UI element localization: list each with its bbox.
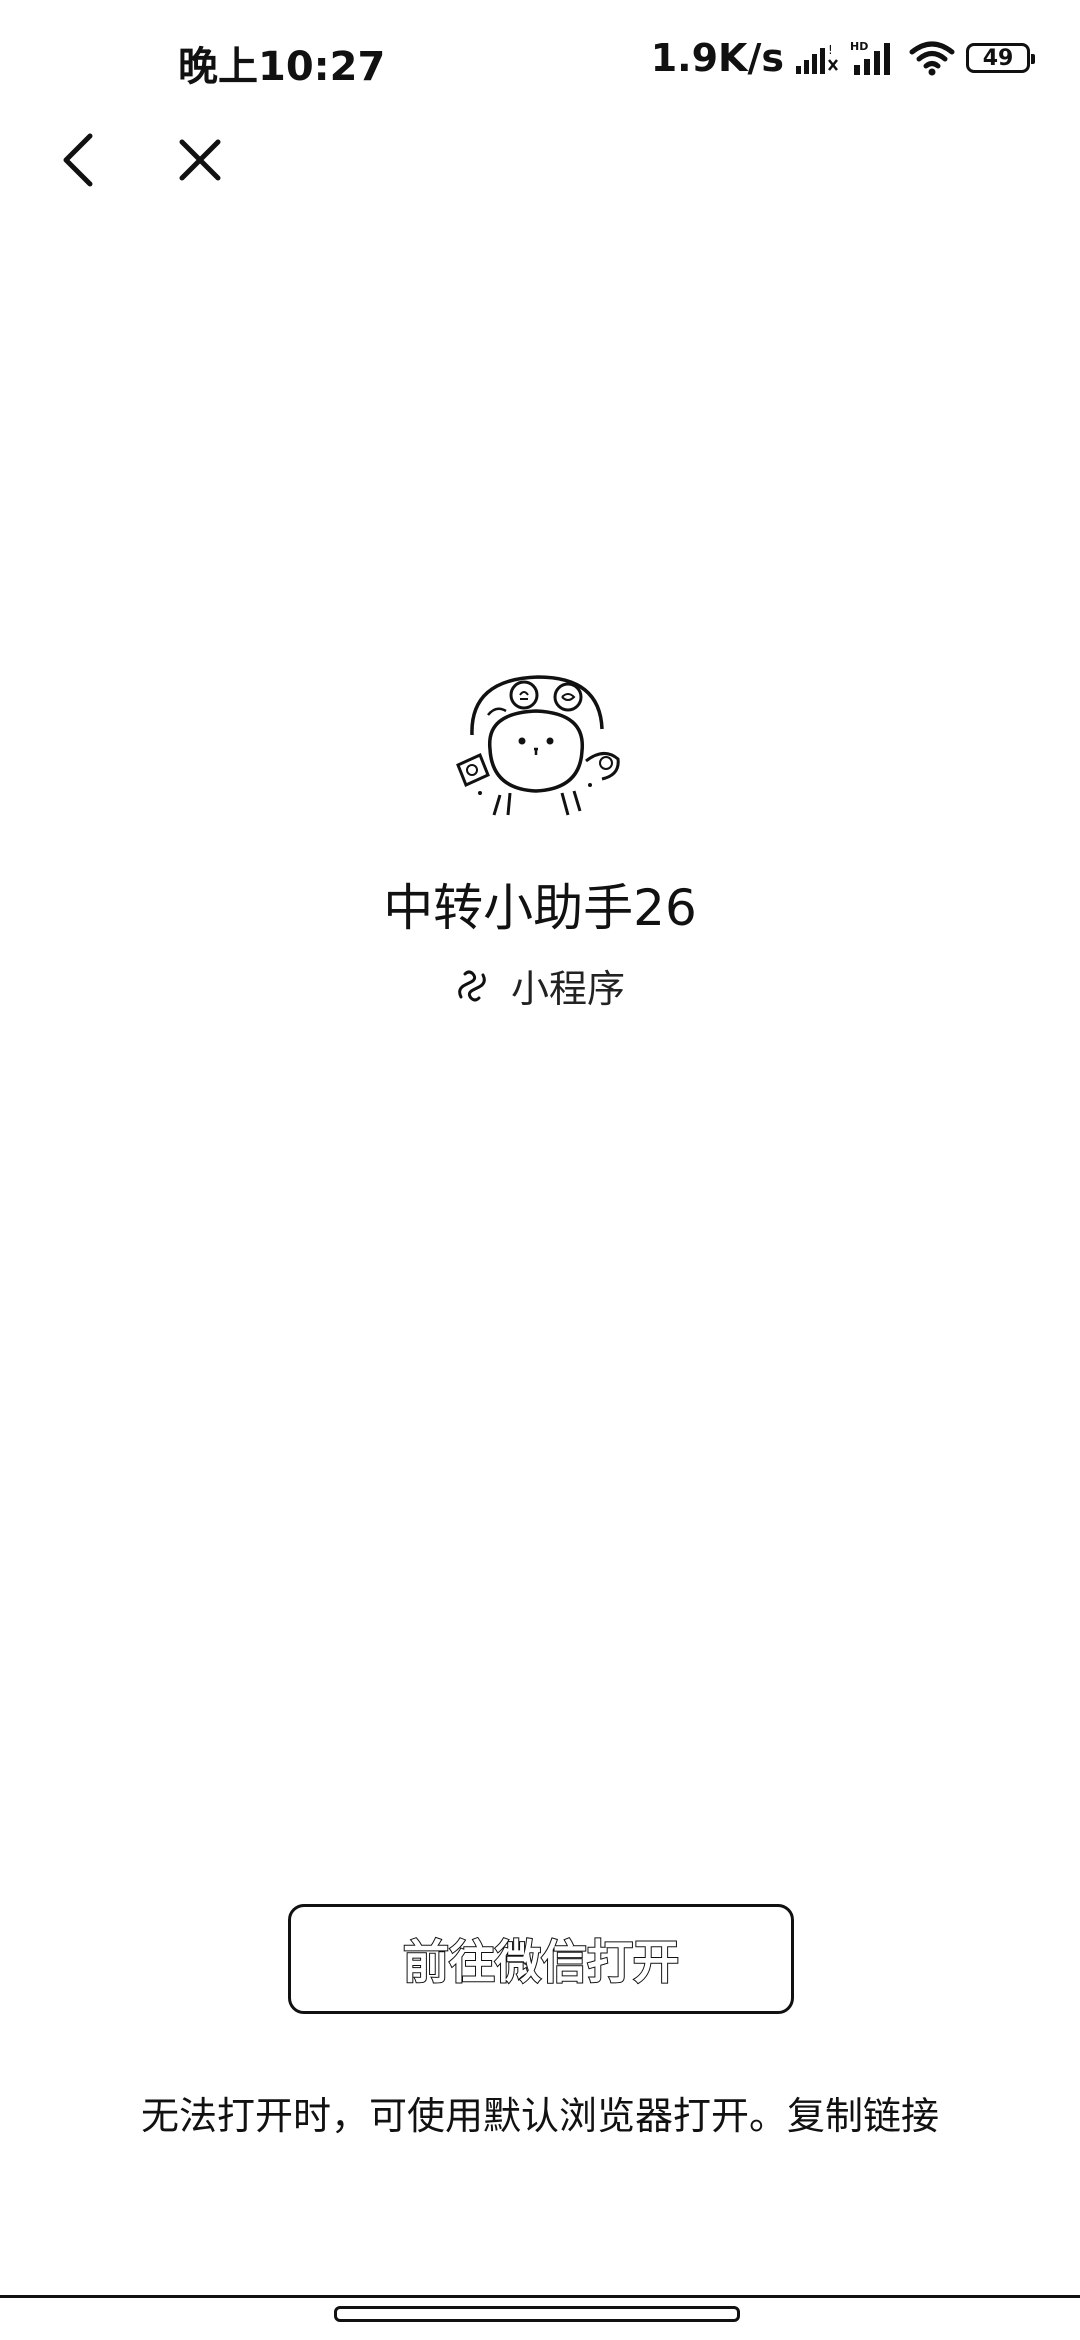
hint-message: 无法打开时，可使用默认浏览器打开。 bbox=[140, 2094, 787, 2138]
svg-text:HD: HD bbox=[850, 40, 868, 53]
status-bar: 晚上10:27 1.9K/s ! HD 49 bbox=[0, 0, 1080, 120]
status-icons: 1.9K/s ! HD 49 bbox=[650, 34, 1035, 82]
cartoon-avatar-icon bbox=[456, 675, 620, 816]
hd-signal-icon: HD bbox=[850, 40, 890, 75]
mini-program-name: 中转小助手26 bbox=[383, 879, 697, 937]
back-arrow-icon bbox=[63, 133, 93, 187]
signal-icon: ! bbox=[796, 43, 838, 74]
hint-text: 无法打开时，可使用默认浏览器打开。复制链接 bbox=[0, 2085, 1080, 2140]
network-speed: 1.9K/s bbox=[650, 36, 784, 80]
copy-link-button[interactable]: 复制链接 bbox=[787, 2094, 939, 2138]
close-icon bbox=[179, 139, 221, 181]
mini-program-icon bbox=[458, 970, 486, 1001]
screen: 晚上10:27 1.9K/s ! HD 49 中转小助手26 小程序 前往微信打… bbox=[0, 0, 1080, 2340]
battery-icon: 49 bbox=[966, 43, 1035, 73]
mini-program-type: 小程序 bbox=[0, 958, 1080, 1013]
close-button[interactable] bbox=[160, 120, 240, 200]
open-in-wechat-button[interactable]: 前往微信打开 bbox=[288, 1904, 794, 2014]
home-indicator[interactable] bbox=[334, 2306, 740, 2322]
svg-text:!: ! bbox=[828, 43, 833, 57]
wifi-icon bbox=[909, 41, 955, 76]
back-button[interactable] bbox=[38, 120, 118, 200]
mini-program-type-label: 小程序 bbox=[510, 967, 625, 1011]
bottom-divider bbox=[0, 2295, 1080, 2298]
battery-level: 49 bbox=[982, 45, 1014, 71]
status-time: 晚上10:27 bbox=[178, 44, 386, 90]
